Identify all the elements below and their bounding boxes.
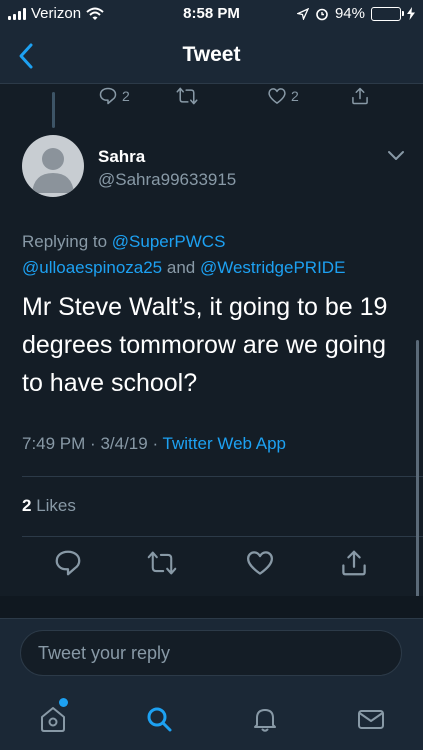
meta-separator: · xyxy=(152,434,159,453)
mention-superpwcs[interactable]: @SuperPWCS xyxy=(112,232,226,251)
likes-count: 2 xyxy=(22,496,32,515)
tweet-date: 3/4/19 xyxy=(100,434,148,453)
reply-input[interactable]: Tweet your reply xyxy=(20,630,402,676)
parent-reply-count: 2 xyxy=(122,88,130,104)
tweet-source[interactable]: Twitter Web App xyxy=(163,434,286,453)
heart-icon xyxy=(268,88,286,104)
notification-dot xyxy=(59,698,68,707)
scrollbar[interactable] xyxy=(416,340,419,602)
parent-retweet-button[interactable] xyxy=(176,86,198,106)
battery-icon xyxy=(371,6,404,21)
parent-like-count: 2 xyxy=(291,88,299,104)
divider xyxy=(22,476,423,477)
replying-prefix: Replying to xyxy=(22,232,108,251)
tweet-actions xyxy=(0,548,423,584)
avatar[interactable] xyxy=(22,135,84,197)
parent-like-button[interactable]: 2 xyxy=(267,86,299,106)
section-gap xyxy=(0,596,423,618)
share-icon xyxy=(352,87,368,105)
share-icon[interactable] xyxy=(339,548,369,578)
parent-reply-button[interactable]: 2 xyxy=(98,86,130,106)
default-avatar-icon xyxy=(32,148,74,193)
status-right: 94% xyxy=(296,5,415,22)
mention-ulloaespinoza25[interactable]: @ulloaespinoza25 xyxy=(22,258,162,277)
heart-icon[interactable] xyxy=(245,548,275,578)
search-icon[interactable] xyxy=(144,704,174,734)
retweet-icon xyxy=(176,87,198,105)
mail-icon[interactable] xyxy=(356,704,386,734)
location-arrow-icon xyxy=(296,7,309,20)
reply-icon xyxy=(99,87,117,105)
likes-label: Likes xyxy=(36,496,76,515)
divider xyxy=(22,536,423,537)
tweet-text: Mr Steve Walt’s, it going to be 19 degre… xyxy=(22,293,388,397)
charging-icon xyxy=(407,7,415,20)
reply-icon[interactable] xyxy=(53,548,83,578)
nav-bar: Tweet xyxy=(0,28,423,84)
retweet-icon[interactable] xyxy=(147,548,177,578)
mention-westridgepride[interactable]: @WestridgePRIDE xyxy=(200,258,345,277)
chevron-down-icon[interactable] xyxy=(385,148,407,164)
thread-line xyxy=(52,92,55,128)
user-handle[interactable]: @Sahra99633915 xyxy=(98,170,236,190)
parent-share-button[interactable] xyxy=(350,86,370,106)
likes-summary[interactable]: 2 Likes xyxy=(22,496,76,516)
alarm-icon xyxy=(316,8,328,20)
page-title: Tweet xyxy=(182,43,241,66)
meta-separator: · xyxy=(90,434,96,453)
battery-percent: 94% xyxy=(334,5,365,22)
replying-and: and xyxy=(166,258,196,277)
replying-to: Replying to @SuperPWCS @ulloaespinoza25 … xyxy=(22,229,412,281)
display-name[interactable]: Sahra xyxy=(98,147,145,167)
tweet-time: 7:49 PM xyxy=(22,434,86,453)
tweet-meta: 7:49 PM · 3/4/19 · Twitter Web App xyxy=(22,434,286,454)
status-bar: Verizon 8:58 PM 94% xyxy=(0,0,423,28)
home-icon[interactable] xyxy=(38,704,68,734)
bell-icon[interactable] xyxy=(250,704,280,734)
